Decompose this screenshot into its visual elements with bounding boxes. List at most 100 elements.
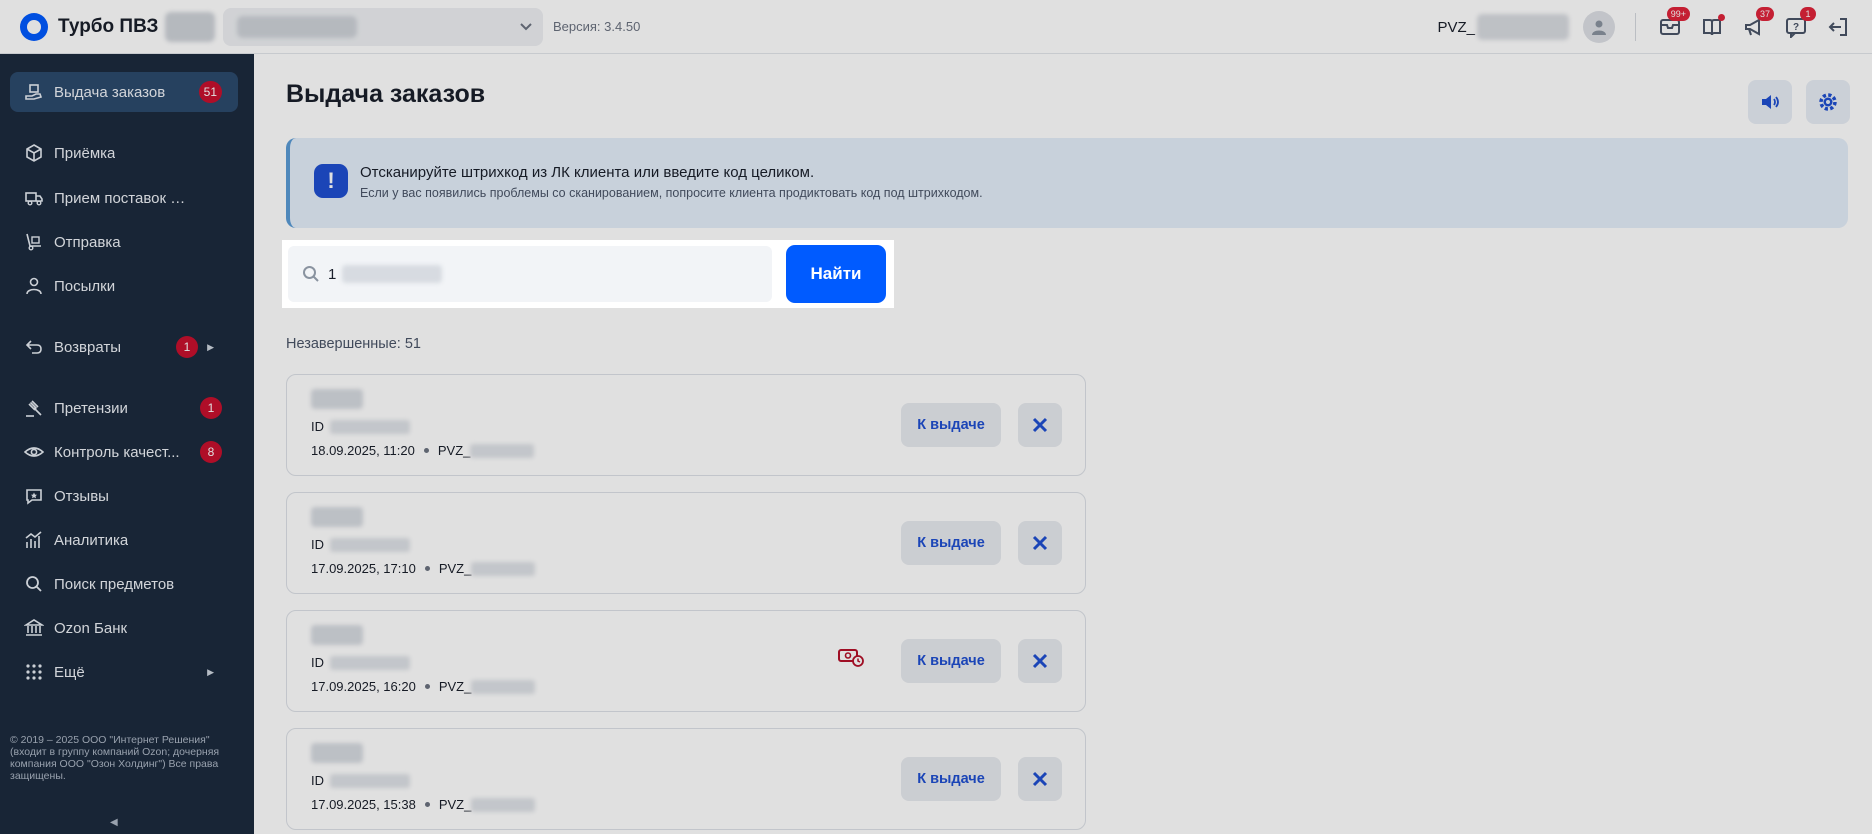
brand-logo: [20, 12, 48, 41]
order-id: ID: [311, 773, 410, 788]
megaphone-icon[interactable]: 37: [1740, 7, 1774, 41]
order-card: ID 17.09.2025, 16:20 PVZ_ К выдаче: [286, 610, 1086, 712]
unpaid-money-icon[interactable]: [838, 647, 864, 672]
find-button[interactable]: Найти: [786, 245, 886, 303]
collapse-sidebar-icon[interactable]: ◀: [110, 817, 118, 828]
search-bar: 1 Найти: [282, 240, 894, 308]
order-pvz-hidden: [470, 443, 535, 458]
order-card: ID 18.09.2025, 11:20 PVZ_ К выдаче: [286, 374, 1086, 476]
remove-button[interactable]: [1018, 639, 1062, 683]
order-customer: [311, 507, 363, 527]
sidebar-item-parcels[interactable]: Посылки: [10, 266, 238, 306]
issue-button[interactable]: К выдаче: [901, 403, 1001, 447]
sidebar-item-label: Ozon Банк: [54, 619, 128, 637]
sidebar-item-fbo[interactable]: Прием поставок FBO: [10, 178, 238, 218]
chevron-down-icon: [520, 22, 532, 30]
search-icon: [24, 574, 44, 594]
sidebar-item-label: Контроль качест...: [54, 443, 180, 461]
sidebar-item-label: Отзывы: [54, 487, 109, 505]
sidebar-item-returns[interactable]: Возвраты 1 ▶: [10, 327, 238, 367]
speaker-icon: [1762, 95, 1779, 109]
close-icon: [1032, 771, 1048, 787]
book-dot: [1718, 14, 1725, 21]
eye-icon: [24, 442, 44, 462]
order-card: ID 17.09.2025, 17:10 PVZ_ К выдаче: [286, 492, 1086, 594]
order-pvz-hidden: [471, 797, 536, 812]
remove-button[interactable]: [1018, 521, 1062, 565]
issue-button[interactable]: К выдаче: [901, 757, 1001, 801]
remove-button[interactable]: [1018, 757, 1062, 801]
sidebar-item-label: Претензии: [54, 399, 128, 417]
chevron-right-icon: ▶: [207, 341, 214, 352]
order-datetime: 18.09.2025, 11:20: [311, 443, 415, 458]
order-id: ID: [311, 537, 410, 552]
store-select[interactable]: [223, 7, 543, 46]
sidebar-item-claims[interactable]: Претензии 1: [10, 388, 238, 428]
order-customer: [311, 743, 363, 763]
order-id: ID: [311, 419, 410, 434]
exclamation-icon: !: [314, 164, 348, 198]
return-icon: [24, 337, 44, 357]
sidebar-item-sending[interactable]: Отправка: [10, 222, 238, 262]
copyright: © 2019 – 2025 ООО "Интернет Решения" (вх…: [10, 734, 220, 782]
sidebar-item-analytics[interactable]: Аналитика: [10, 520, 238, 560]
issue-button[interactable]: К выдаче: [901, 521, 1001, 565]
review-icon: [24, 486, 44, 506]
unfinished-count: Незавершенные: 51: [286, 336, 421, 352]
sidebar-item-quality[interactable]: Контроль качест... 8: [10, 432, 238, 472]
user-icon: [1592, 20, 1606, 35]
sound-button[interactable]: [1748, 80, 1792, 124]
sidebar-item-item-search[interactable]: Поиск предметов: [10, 564, 238, 604]
book-icon[interactable]: [1698, 13, 1726, 41]
grid-icon: [24, 662, 44, 682]
order-pvz-hidden: [471, 561, 536, 576]
svg-text:?: ?: [1793, 22, 1799, 33]
account-chip[interactable]: [165, 11, 215, 42]
chevron-right-icon: ▶: [207, 666, 214, 677]
sidebar-badge: 51: [198, 81, 222, 103]
sidebar-item-label: Аналитика: [54, 531, 129, 549]
order-meta: 18.09.2025, 11:20 PVZ_: [311, 443, 535, 458]
header-divider: [1635, 13, 1636, 41]
help-icon[interactable]: ? 1: [1782, 7, 1816, 41]
remove-button[interactable]: [1018, 403, 1062, 447]
sidebar-badge: 1: [176, 336, 198, 358]
sidebar: Выдача заказов 51 Приёмка Прием поставок…: [0, 54, 254, 834]
box-icon: [24, 143, 44, 163]
sidebar-item-ozon-bank[interactable]: Ozon Банк: [10, 608, 238, 648]
order-customer: [311, 625, 363, 645]
issue-button[interactable]: К выдаче: [901, 639, 1001, 683]
sidebar-item-label: Отправка: [54, 233, 121, 251]
truck-icon: [24, 188, 44, 208]
page-title: Выдача заказов: [286, 80, 486, 108]
settings-button[interactable]: [1806, 80, 1850, 124]
close-icon: [1032, 535, 1048, 551]
sidebar-item-label: Посылки: [54, 277, 116, 295]
sidebar-item-receiving[interactable]: Приёмка: [10, 133, 238, 173]
gear-icon: [1819, 93, 1837, 111]
search-icon: [303, 266, 319, 282]
main-content: Выдача заказов ! Отсканируйте штрихкод и…: [254, 54, 1872, 834]
sidebar-item-orders-issue[interactable]: Выдача заказов 51: [10, 72, 238, 112]
messages-icon[interactable]: 99+: [1656, 7, 1690, 41]
close-icon: [1032, 417, 1048, 433]
pvz-selector[interactable]: PVZ_: [1437, 14, 1569, 40]
sidebar-item-reviews[interactable]: Отзывы: [10, 476, 238, 516]
order-meta: 17.09.2025, 16:20 PVZ_: [311, 679, 536, 694]
avatar[interactable]: [1583, 11, 1615, 43]
order-meta: 17.09.2025, 15:38 PVZ_: [311, 797, 536, 812]
order-customer: [311, 389, 363, 409]
search-input[interactable]: 1: [288, 246, 772, 302]
dolly-icon: [24, 232, 44, 252]
bank-icon: [24, 618, 44, 638]
logout-icon[interactable]: [1824, 13, 1852, 41]
order-pvz: PVZ_: [438, 797, 472, 812]
brand[interactable]: Турбо ПВЗ: [0, 12, 165, 41]
sidebar-item-label: Возвраты: [54, 338, 122, 356]
order-datetime: 17.09.2025, 17:10: [311, 561, 416, 576]
sidebar-item-more[interactable]: Ещё ▶: [10, 652, 238, 692]
separator-dot: [424, 802, 430, 807]
order-id: ID: [311, 655, 410, 670]
analytics-icon: [24, 530, 44, 550]
order-datetime: 17.09.2025, 15:38: [311, 797, 416, 812]
